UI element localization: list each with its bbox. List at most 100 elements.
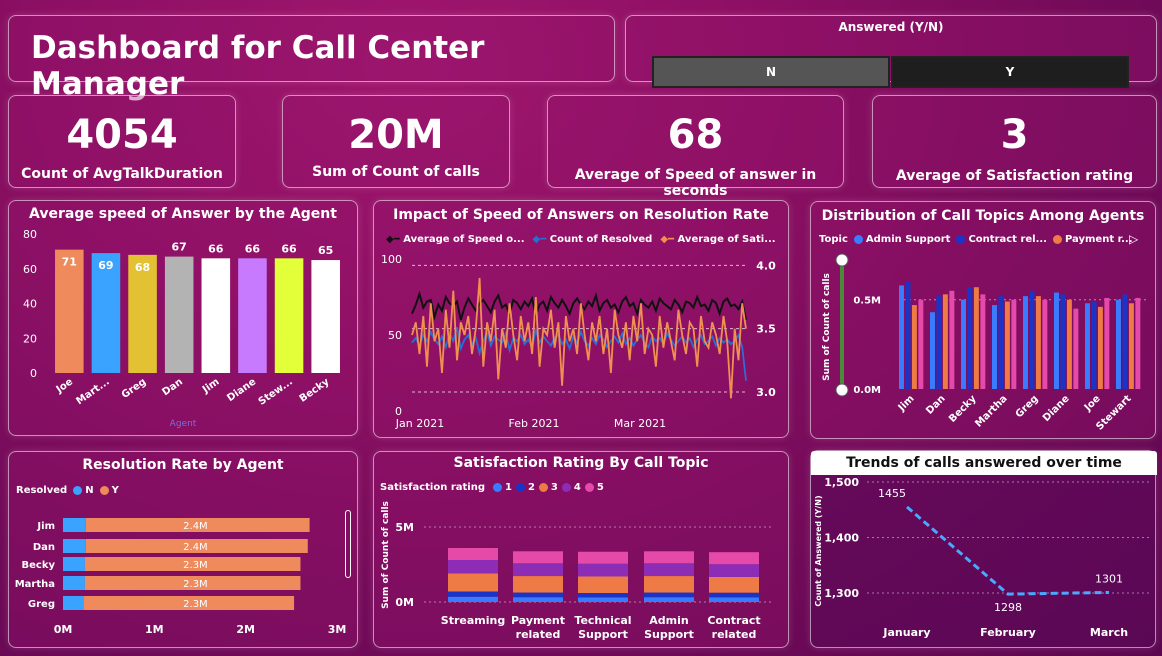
x-tick-label: February [980, 626, 1036, 639]
answered-slicer: Answered (Y/N) N Y [625, 15, 1157, 88]
bar [1104, 297, 1110, 389]
y-tick-label: 0M [395, 596, 414, 609]
bar-segment [448, 573, 498, 592]
data-label: 66 [281, 242, 297, 255]
data-label: 2.3M [183, 560, 208, 571]
kpi-card-satisfaction: 3 Average of Satisfaction rating [872, 95, 1157, 188]
bar-segment [513, 576, 563, 593]
bar-segment [513, 597, 563, 602]
x-tick-label: Joe [54, 376, 76, 396]
x-tick-label: Admin [649, 614, 688, 627]
x-tick-label: Stew... [257, 376, 295, 407]
bar [164, 256, 194, 373]
x-tick-label: Martha [973, 393, 1009, 429]
kpi-label: Average of Satisfaction rating [895, 168, 1134, 184]
data-label: 69 [98, 259, 113, 272]
bar [1135, 297, 1141, 389]
bar [1035, 296, 1041, 389]
bar [1128, 303, 1134, 389]
bar-segment [513, 563, 563, 577]
x-tick-label: Mart... [74, 376, 111, 407]
y-tick-label: 0.5M [853, 296, 881, 307]
bar [936, 296, 942, 389]
x-tick-label: Diane [1041, 393, 1072, 424]
slicer-label: Answered (Y/N) [838, 20, 944, 34]
bar [311, 260, 340, 373]
y-tick-label-right: 3.5 [756, 323, 776, 336]
data-label: 1298 [994, 601, 1022, 614]
bar [1116, 299, 1121, 389]
data-label: 1301 [1095, 572, 1123, 585]
y-tick-label: 1,500 [824, 476, 859, 489]
bar [911, 305, 917, 389]
slicer-option-n[interactable]: N [652, 56, 890, 88]
bar-segment [448, 548, 498, 560]
slicer-option-y[interactable]: Y [891, 56, 1129, 88]
bar-segment [578, 576, 628, 593]
series-line [906, 505, 1110, 596]
kpi-value: 20M [348, 112, 444, 158]
bar-segment [578, 551, 628, 564]
bar [1085, 303, 1090, 389]
x-tick-label: Greg [120, 376, 149, 401]
x-tick-label: Streaming [441, 614, 505, 627]
kpi-label: Count of AvgTalkDuration [21, 166, 223, 182]
data-label: 66 [245, 242, 261, 255]
data-label: 65 [318, 244, 333, 257]
bar [973, 287, 979, 389]
x-tick-label: Diane [225, 376, 258, 404]
bar-segment [63, 539, 86, 553]
y-tick-label: 1,400 [824, 532, 859, 545]
y-tick-label: Martha [15, 579, 55, 590]
x-tick-label: 1M [145, 623, 164, 636]
x-tick-label: Joe [1082, 393, 1103, 414]
page-title: Dashboard for Call Center Manager [31, 30, 485, 102]
bar-segment [448, 596, 498, 602]
y-axis-title: Count of Answered (Y/N) [814, 495, 823, 606]
bar [918, 299, 924, 389]
x-tick-label: Mar 2021 [614, 417, 666, 430]
data-label: 68 [135, 261, 150, 274]
bar-segment [709, 597, 759, 602]
x-tick-label: related [516, 628, 561, 641]
y-tick-label-right: 4.0 [756, 259, 776, 272]
bar [961, 299, 966, 389]
satisfaction-topic-svg: Sum of Count of calls 0M 5M Streaming Paymen… [381, 501, 774, 641]
data-label: 71 [62, 256, 77, 269]
y-axis-title: Sum of Count of calls [822, 273, 832, 381]
impact-speed-chart: Impact of Speed of Answers on Resolution… [373, 200, 789, 438]
y-tick-label: Greg [28, 599, 55, 610]
y-tick-label: Becky [21, 560, 55, 571]
bar-segment [63, 576, 85, 590]
bar [899, 285, 904, 389]
bar [201, 258, 231, 373]
bar-segment [63, 596, 85, 610]
bar [942, 294, 948, 389]
bar [1122, 294, 1128, 389]
data-label: 2.3M [183, 579, 208, 590]
bar-segment [513, 551, 563, 564]
data-label: 2.4M [183, 521, 208, 532]
bar [1004, 301, 1010, 389]
bar [992, 305, 997, 389]
y-tick-label: Jim [36, 521, 55, 532]
x-tick-label: Jim [200, 376, 222, 396]
bar-segment [513, 592, 563, 598]
bar [1011, 299, 1017, 389]
y-tick-label: 50 [388, 329, 402, 342]
x-axis-title: Agent [169, 419, 197, 429]
y-tick-label: Dan [33, 542, 55, 553]
range-slider-handle [835, 383, 849, 397]
x-tick-label: Jim [896, 393, 917, 414]
bar [949, 290, 955, 389]
x-tick-label: Jan 2021 [395, 417, 444, 430]
x-tick-label: Support [578, 628, 628, 641]
calls-trend-svg: Count of Answered (Y/N) 1,300 1,400 1,500 14… [814, 476, 1149, 639]
bar-segment [644, 551, 694, 564]
bar-segment [644, 576, 694, 593]
bar-segment [709, 576, 759, 593]
x-tick-label: Contract [707, 614, 760, 627]
resolution-rate-svg: Jim 2.4M Dan 2.4M Becky 2.3M Martha 2.3M Greg 2.3… [15, 518, 346, 636]
data-label: 1455 [878, 487, 906, 500]
scrollbar[interactable] [345, 510, 351, 578]
